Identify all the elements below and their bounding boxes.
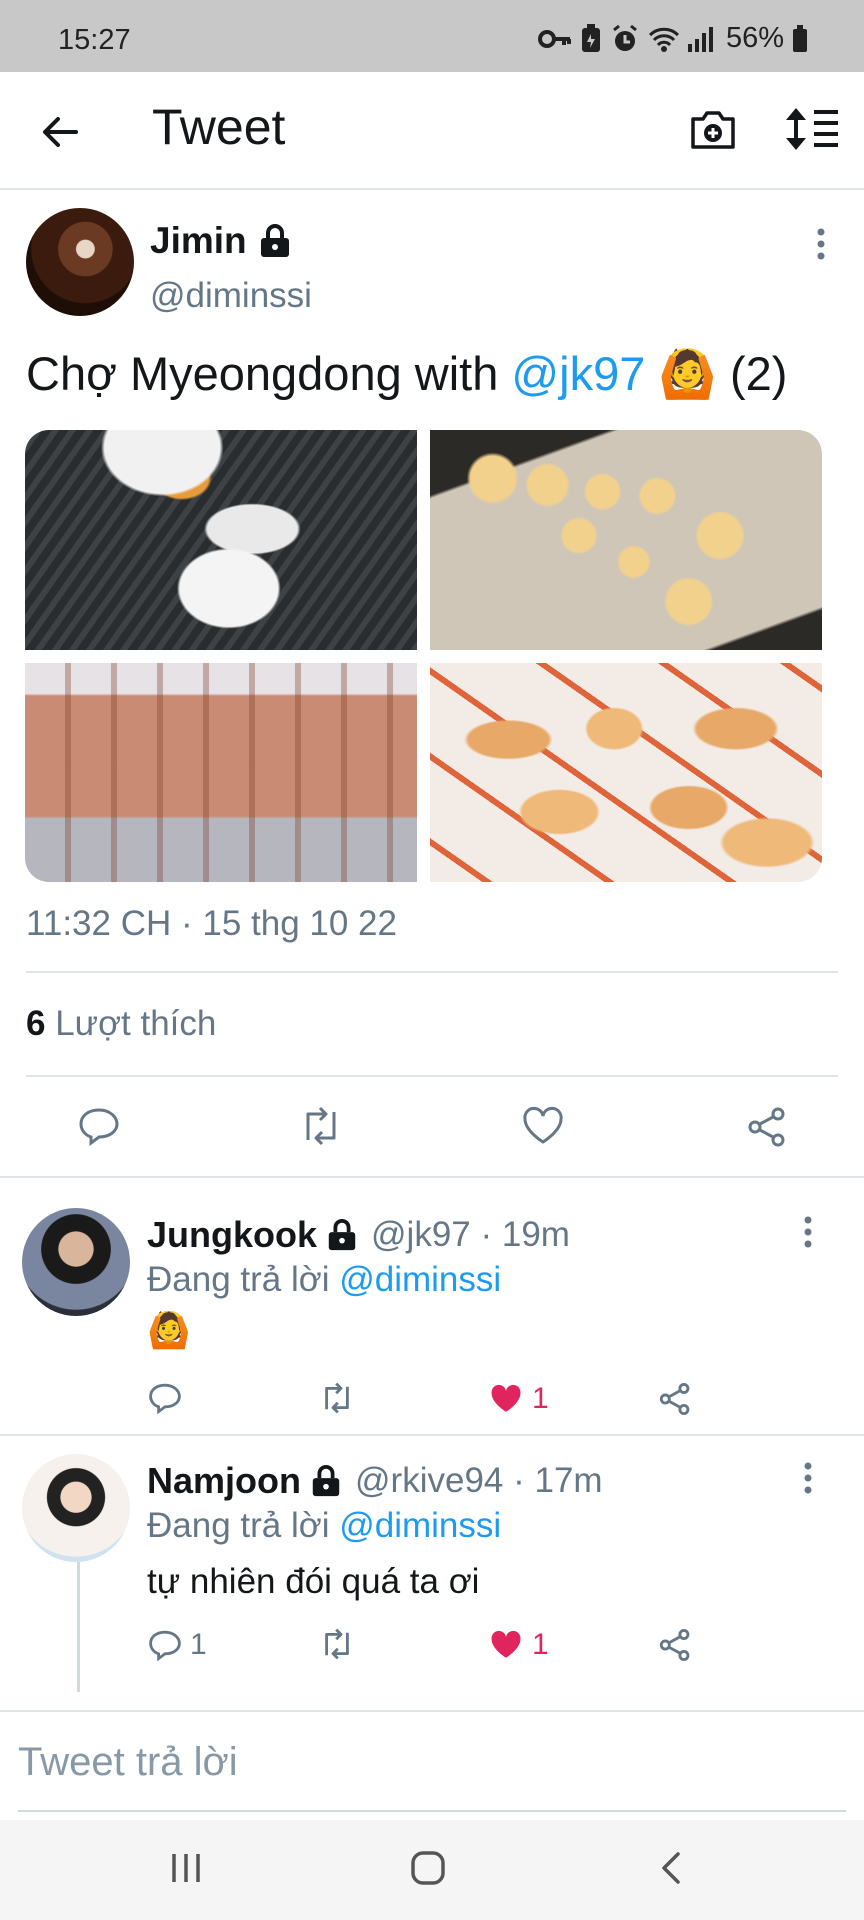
status-icons: 56% [537,22,808,55]
reply-icon [149,1383,181,1414]
author-name-row[interactable]: Jimin [150,220,293,262]
author-handle[interactable]: @diminssi [150,276,312,316]
share-button[interactable] [658,1628,692,1662]
reply-header: Jungkook @jk97 · 19m [147,1214,570,1256]
tweet-mention-link[interactable]: @jk97 [511,347,645,400]
vpn-key-icon [537,29,571,48]
hotteok-griddle-photo[interactable] [25,430,417,650]
system-nav-bar [0,1820,864,1920]
status-time: 15:27 [58,24,131,56]
reply-button[interactable]: 1 [148,1628,207,1662]
tweet-text: Chợ Myeongdong with @jk97 🙆 (2) [26,346,787,402]
nav-back-icon[interactable] [654,1850,690,1886]
like-count: 1 [532,1628,549,1661]
replying-to-link[interactable]: @diminssi [339,1260,501,1299]
section-separator [0,1434,864,1436]
retweet-button[interactable] [298,1106,344,1146]
more-options-icon[interactable] [793,1212,823,1252]
share-icon [659,1383,690,1415]
divider [26,971,838,973]
lock-icon [260,224,289,257]
reply-handle-time: @jk97 · 19m [371,1215,570,1254]
share-icon [659,1629,690,1661]
share-button[interactable] [746,1106,788,1148]
replying-to: Đang trả lời @diminssi [147,1506,501,1546]
reply-count: 1 [190,1628,207,1661]
retweet-button[interactable] [318,1628,356,1660]
tweet-text-suffix: (2) [716,347,788,400]
reply-button[interactable] [148,1382,190,1414]
reply-button[interactable] [78,1106,120,1146]
heart-outline-icon [523,1106,563,1144]
retweet-icon [325,1628,349,1660]
alarm-icon [613,24,637,51]
home-icon[interactable] [410,1850,446,1886]
like-count: 1 [532,1382,549,1415]
thread-connector [77,1562,80,1692]
battery-icon [793,24,807,52]
signal-icon [687,26,713,52]
retweet-icon [325,1382,349,1414]
more-options-icon[interactable] [793,1458,823,1498]
crab-plates-photo[interactable] [430,663,822,882]
tweet-media-grid [25,430,822,882]
wifi-icon [648,27,680,52]
top-app-bar: Tweet [0,72,864,190]
author-name[interactable]: Jimin [150,220,247,262]
heart-filled-icon [491,1630,521,1658]
reply-input-placeholder[interactable]: Tweet trả lời [18,1740,238,1785]
reply-compose-bar[interactable]: Tweet trả lời [0,1710,864,1820]
status-bar: 15:27 56% [0,0,864,72]
section-separator [0,1176,864,1178]
sort-icon[interactable] [784,106,840,152]
replying-to: Đang trả lời @diminssi [147,1260,501,1300]
like-button[interactable] [522,1106,564,1146]
crab-cups-photo[interactable] [430,430,822,650]
likes-label: Lượt thích [45,1004,217,1043]
likes-count: 6 [26,1004,46,1043]
replying-to-link[interactable]: @diminssi [339,1506,501,1545]
share-icon [748,1107,785,1147]
tweet-emoji: 🙆 [658,347,717,400]
recent-apps-icon[interactable] [168,1850,204,1886]
like-button[interactable]: 1 [488,1628,549,1662]
reply-handle-time: @rkive94 · 17m [355,1461,603,1500]
share-button[interactable] [658,1382,692,1416]
more-options-icon[interactable] [806,224,836,264]
replying-prefix: Đang trả lời [147,1506,340,1545]
heart-filled-icon [491,1384,521,1412]
tweet-text-part: Chợ Myeongdong with [26,347,512,400]
back-arrow-icon[interactable] [36,108,84,156]
reply-avatar[interactable] [22,1208,130,1316]
reply-author-name[interactable]: Namjoon [147,1460,301,1502]
lock-icon [328,1218,356,1251]
reply-icon [79,1108,119,1146]
battery-percent: 56% [725,22,784,54]
input-underline [18,1810,846,1812]
lock-icon [312,1464,340,1497]
retweet-button[interactable] [318,1382,356,1414]
reply-text: tự nhiên đói quá ta ơi [147,1562,480,1601]
likes-summary[interactable]: 6 Lượt thích [26,1004,216,1044]
like-button[interactable]: 1 [488,1382,549,1416]
reply-author-name[interactable]: Jungkook [147,1214,317,1256]
taiyaki-photo[interactable] [25,663,417,882]
reply-header: Namjoon @rkive94 · 17m [147,1460,603,1502]
replying-prefix: Đang trả lời [147,1260,340,1299]
reply-avatar[interactable] [22,1454,130,1562]
retweet-icon [306,1106,336,1146]
tweet-timestamp: 11:32 CH · 15 thg 10 22 [26,904,397,943]
reply-text: 🙆 [147,1311,191,1350]
divider [26,1075,838,1077]
reply-icon [149,1630,181,1661]
page-title: Tweet [152,99,286,155]
author-avatar[interactable] [26,208,134,316]
battery-saver-icon [581,23,600,52]
camera-add-icon[interactable] [688,104,738,154]
